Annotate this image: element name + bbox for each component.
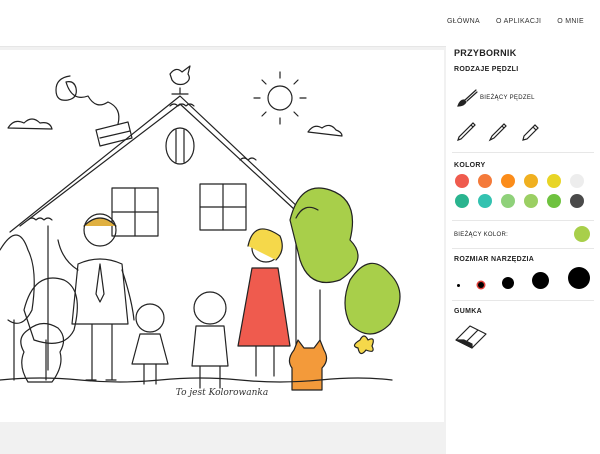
pencil-icon[interactable] — [456, 122, 478, 142]
ground-grass — [0, 377, 393, 383]
bush-right — [344, 262, 401, 335]
color-swatch[interactable] — [478, 194, 492, 208]
dad-body — [71, 258, 129, 381]
separator — [452, 220, 594, 221]
current-color-swatch — [574, 226, 590, 242]
pen-icon[interactable] — [488, 122, 510, 142]
color-swatch[interactable] — [501, 194, 515, 208]
color-swatch[interactable] — [524, 194, 538, 208]
separator — [452, 300, 594, 301]
smoke-spiral — [55, 75, 120, 125]
canvas-caption: To jest Kolorowanka — [175, 388, 269, 398]
brushes-title: RODZAJE PĘDZLI — [454, 66, 519, 73]
flowers — [353, 335, 374, 355]
size-option-4[interactable] — [532, 272, 549, 289]
tool-size-title: ROZMIAR NARZĘDZIA — [454, 256, 535, 263]
color-swatch[interactable] — [570, 194, 584, 208]
size-option-3[interactable] — [502, 277, 514, 289]
size-option-2[interactable] — [478, 282, 484, 288]
eraser-title: GUMKA — [454, 308, 482, 315]
tree-green-shape — [289, 187, 359, 284]
nav-home[interactable]: GŁÓWNA — [447, 18, 480, 25]
color-swatch[interactable] — [455, 194, 469, 208]
colors-title: KOLORY — [454, 162, 486, 169]
bush-left — [23, 277, 78, 381]
chimney — [95, 121, 133, 147]
color-swatch[interactable] — [524, 174, 538, 188]
sun — [267, 85, 293, 111]
separator — [452, 248, 594, 249]
attic-window — [165, 127, 195, 165]
marker-icon[interactable] — [520, 122, 542, 142]
color-swatch[interactable] — [501, 174, 515, 188]
weathervane — [169, 65, 191, 95]
coloring-picture[interactable] — [0, 50, 444, 422]
size-option-5[interactable] — [568, 267, 590, 289]
main-nav: GŁÓWNA O APLIKACJI O MNIE — [447, 18, 584, 25]
dog — [20, 322, 65, 383]
current-brush-icon[interactable] — [456, 88, 478, 108]
color-swatch[interactable] — [478, 174, 492, 188]
boy-head — [193, 291, 227, 325]
cat — [288, 339, 328, 391]
cloud-right — [307, 124, 343, 137]
cloud-left — [7, 118, 53, 130]
toolbox-title: PRZYBORNIK — [454, 48, 517, 58]
color-swatch[interactable] — [547, 174, 561, 188]
eraser-icon[interactable] — [454, 320, 488, 350]
mom-dress — [237, 267, 291, 347]
color-swatch[interactable] — [570, 174, 584, 188]
current-color-label: BIEŻĄCY KOLOR: — [454, 232, 509, 238]
size-option-1[interactable] — [457, 284, 460, 287]
toolbox-panel: PRZYBORNIK RODZAJE PĘDZLI BIEŻĄCY PĘDZEL… — [446, 38, 600, 454]
color-swatch[interactable] — [455, 174, 469, 188]
drawing-canvas[interactable]: To jest Kolorowanka — [0, 50, 444, 422]
tree-left — [0, 234, 35, 381]
nav-about-app[interactable]: O APLIKACJI — [496, 18, 541, 25]
nav-about-me[interactable]: O MNIE — [557, 18, 584, 25]
roof-trim — [27, 103, 257, 221]
current-brush-label: BIEŻĄCY PĘDZEL — [480, 95, 535, 101]
separator — [452, 152, 594, 153]
girl-head — [135, 303, 165, 333]
color-swatch[interactable] — [547, 194, 561, 208]
